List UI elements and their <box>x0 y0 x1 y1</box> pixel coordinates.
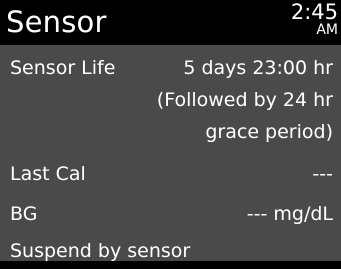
clock-ampm: AM <box>316 22 338 38</box>
last-cal-value: --- <box>312 163 333 185</box>
bg-value: --- mg/dL <box>246 203 333 225</box>
row-grace-note-1: (Followed by 24 hr <box>0 82 341 118</box>
row-suspend-by-sensor[interactable]: Suspend by sensor <box>0 233 341 269</box>
clock: 2:45 AM <box>278 0 338 38</box>
bg-label: BG <box>10 203 38 225</box>
grace-note-line-2: grace period) <box>205 121 333 143</box>
last-cal-label: Last Cal <box>10 163 86 185</box>
sensor-info-panel: Sensor Life 5 days 23:00 hr (Followed by… <box>0 45 341 262</box>
row-sensor-life: Sensor Life 5 days 23:00 hr <box>0 50 341 86</box>
sensor-life-label: Sensor Life <box>10 57 116 79</box>
title-bar: Sensor 2:45 AM <box>0 0 341 45</box>
row-grace-note-2: grace period) <box>0 114 341 150</box>
grace-note-line-1: (Followed by 24 hr <box>156 89 333 111</box>
row-last-cal: Last Cal --- <box>0 156 341 192</box>
screen-title: Sensor <box>6 5 107 39</box>
row-bg: BG --- mg/dL <box>0 196 341 232</box>
suspend-by-sensor-label: Suspend by sensor <box>10 240 191 262</box>
sensor-life-value: 5 days 23:00 hr <box>183 57 333 79</box>
clock-time: 2:45 <box>290 0 338 24</box>
